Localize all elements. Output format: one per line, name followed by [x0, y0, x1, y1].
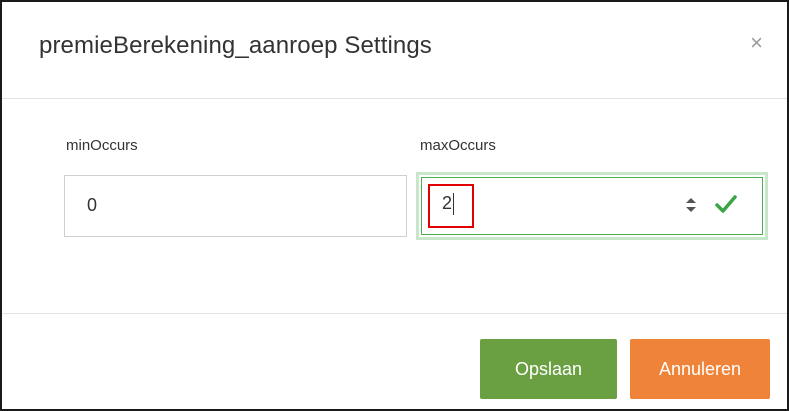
max-occurs-focus-ring: 2: [416, 172, 768, 240]
dialog-header: premieBerekening_aanroep Settings ×: [2, 2, 787, 99]
spinner-updown-icon[interactable]: [685, 193, 697, 217]
min-occurs-input[interactable]: 0: [64, 175, 407, 237]
max-occurs-value: 2: [442, 193, 453, 213]
dialog-title: premieBerekening_aanroep Settings: [39, 32, 432, 59]
close-icon[interactable]: ×: [750, 32, 763, 54]
cancel-button[interactable]: Annuleren: [630, 339, 770, 399]
max-occurs-label: maxOccurs: [420, 137, 496, 154]
text-caret: [453, 193, 454, 215]
settings-dialog: premieBerekening_aanroep Settings × minO…: [0, 0, 789, 411]
save-button[interactable]: Opslaan: [480, 339, 617, 399]
min-occurs-label: minOccurs: [66, 137, 138, 154]
max-occurs-input[interactable]: 2: [421, 177, 763, 235]
checkmark-icon: [713, 191, 739, 217]
min-occurs-value: 0: [87, 195, 98, 215]
